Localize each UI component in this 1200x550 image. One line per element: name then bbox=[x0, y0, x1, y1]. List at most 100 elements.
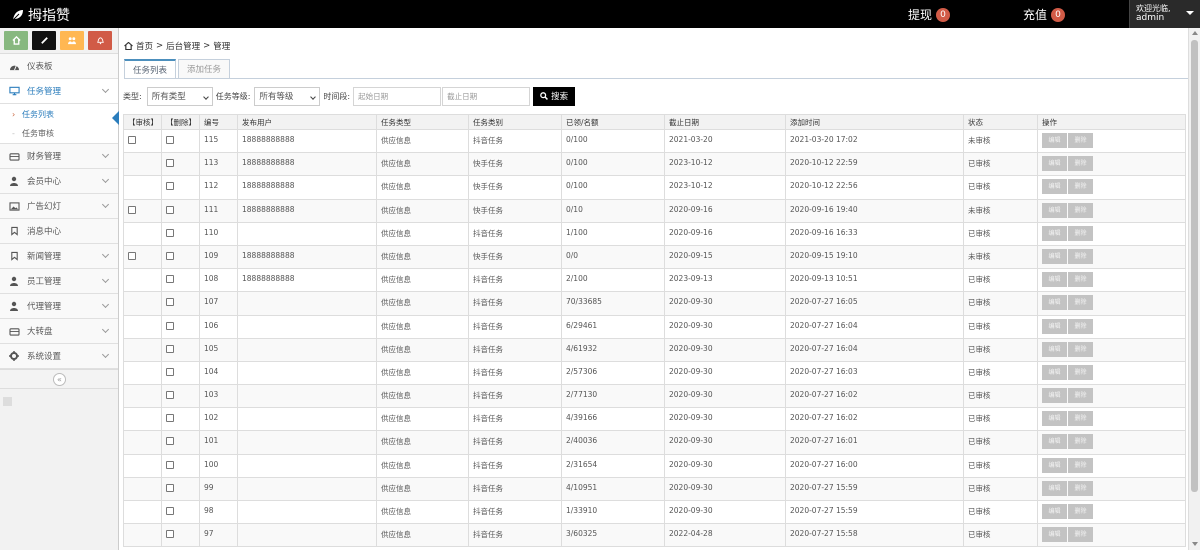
sidebar-item-member-center[interactable]: 会员中心 bbox=[0, 169, 118, 194]
sidebar-item-finance[interactable]: 财务管理 bbox=[0, 144, 118, 169]
audit-checkbox[interactable] bbox=[128, 251, 136, 260]
edit-button[interactable]: 编辑 bbox=[1042, 202, 1067, 218]
delete-button[interactable]: 删除 bbox=[1068, 457, 1093, 473]
edit-button[interactable]: 编辑 bbox=[1042, 272, 1067, 288]
edit-button[interactable]: 编辑 bbox=[1042, 434, 1067, 450]
edit-button[interactable]: 编辑 bbox=[1042, 179, 1067, 195]
delete-button[interactable]: 删除 bbox=[1068, 480, 1093, 496]
sidebar-subitem-task-audit[interactable]: - 任务审核 bbox=[0, 124, 118, 144]
delete-checkbox[interactable] bbox=[166, 228, 174, 237]
delete-button[interactable]: 删除 bbox=[1068, 341, 1093, 357]
delete-checkbox[interactable] bbox=[166, 507, 174, 515]
delete-checkbox[interactable] bbox=[166, 251, 174, 260]
delete-button[interactable]: 删除 bbox=[1068, 434, 1093, 450]
edit-button[interactable]: 编辑 bbox=[1042, 480, 1067, 496]
edit-button[interactable]: 编辑 bbox=[1042, 504, 1067, 519]
home-icon[interactable] bbox=[4, 31, 28, 50]
delete-checkbox[interactable] bbox=[166, 367, 174, 376]
settings-toggle[interactable] bbox=[3, 397, 12, 406]
tab-task-list[interactable]: 任务列表 bbox=[124, 59, 177, 79]
user-menu[interactable]: 欢迎光临, admin bbox=[1129, 0, 1200, 28]
delete-checkbox[interactable] bbox=[166, 344, 174, 353]
delete-checkbox[interactable] bbox=[166, 437, 174, 446]
scroll-down-icon[interactable] bbox=[1192, 542, 1198, 546]
edit-button[interactable]: 编辑 bbox=[1042, 527, 1067, 543]
breadcrumb-home[interactable]: 首页 bbox=[136, 40, 153, 52]
users-icon[interactable] bbox=[60, 31, 84, 50]
level-select[interactable]: 所有等级 bbox=[254, 86, 321, 106]
bell-icon[interactable] bbox=[88, 31, 112, 50]
delete-checkbox[interactable] bbox=[166, 414, 174, 423]
sidebar-item-news-manage[interactable]: 新闻管理 bbox=[0, 244, 118, 269]
sidebar-item-agent-manage[interactable]: 代理管理 bbox=[0, 294, 118, 319]
delete-checkbox[interactable] bbox=[166, 483, 174, 492]
delete-checkbox[interactable] bbox=[166, 460, 174, 469]
edit-button[interactable]: 编辑 bbox=[1042, 295, 1067, 311]
sidebar-item-lucky-wheel[interactable]: 大转盘 bbox=[0, 319, 118, 344]
delete-button[interactable]: 删除 bbox=[1068, 364, 1093, 380]
delete-button[interactable]: 删除 bbox=[1068, 248, 1093, 264]
audit-checkbox[interactable] bbox=[128, 136, 136, 144]
delete-checkbox[interactable] bbox=[166, 182, 174, 191]
delete-checkbox[interactable] bbox=[166, 530, 174, 539]
table-row: 106 供应信息 抖音任务 6/29461 2020-09-30 2020-07-27 1… bbox=[123, 314, 1186, 339]
delete-button[interactable]: 删除 bbox=[1068, 179, 1093, 195]
delete-button[interactable]: 删除 bbox=[1068, 133, 1093, 148]
delete-checkbox[interactable] bbox=[166, 136, 174, 144]
scroll-thumb[interactable] bbox=[1191, 40, 1198, 492]
sidebar-item-dashboard[interactable]: 仪表板 bbox=[0, 54, 118, 79]
delete-checkbox[interactable] bbox=[166, 298, 174, 307]
audit-checkbox[interactable] bbox=[128, 205, 136, 214]
recharge-nav[interactable]: 充值 0 bbox=[1023, 6, 1066, 23]
end-date-input[interactable]: 截止日期 bbox=[442, 86, 531, 106]
delete-checkbox[interactable] bbox=[166, 391, 174, 400]
audit-cell bbox=[123, 523, 162, 548]
delete-checkbox[interactable] bbox=[166, 275, 174, 284]
delete-checkbox[interactable] bbox=[166, 205, 174, 214]
pencil-icon[interactable] bbox=[32, 31, 56, 50]
delete-button[interactable]: 删除 bbox=[1068, 388, 1093, 404]
sidebar-item-message-center[interactable]: 消息中心 bbox=[0, 219, 118, 244]
withdraw-nav[interactable]: 提现 0 bbox=[908, 6, 951, 23]
edit-button[interactable]: 编辑 bbox=[1042, 318, 1067, 334]
edit-button[interactable]: 编辑 bbox=[1042, 364, 1067, 380]
actions-cell: 编辑 删除 bbox=[1037, 152, 1186, 177]
search-button[interactable]: 搜索 bbox=[533, 86, 576, 106]
actions-cell: 编辑 删除 bbox=[1037, 453, 1186, 478]
tab-add-task[interactable]: 添加任务 bbox=[178, 59, 231, 79]
edit-button[interactable]: 编辑 bbox=[1042, 156, 1067, 172]
delete-button[interactable]: 删除 bbox=[1068, 527, 1093, 543]
delete-button[interactable]: 删除 bbox=[1068, 295, 1093, 311]
actions-cell: 编辑 删除 bbox=[1037, 198, 1186, 223]
delete-checkbox[interactable] bbox=[166, 159, 174, 168]
delete-checkbox[interactable] bbox=[166, 321, 174, 330]
delete-button[interactable]: 删除 bbox=[1068, 504, 1093, 519]
delete-button[interactable]: 删除 bbox=[1068, 202, 1093, 218]
edit-button[interactable]: 编辑 bbox=[1042, 457, 1067, 473]
delete-button[interactable]: 删除 bbox=[1068, 411, 1093, 427]
edit-button[interactable]: 编辑 bbox=[1042, 225, 1067, 241]
delete-button[interactable]: 删除 bbox=[1068, 272, 1093, 288]
delete-button[interactable]: 删除 bbox=[1068, 225, 1093, 241]
sidebar-subitem-task-list[interactable]: › 任务列表 bbox=[0, 104, 119, 125]
delete-button[interactable]: 删除 bbox=[1068, 318, 1093, 334]
scroll-up-icon[interactable] bbox=[1192, 31, 1198, 35]
edit-button[interactable]: 编辑 bbox=[1042, 133, 1067, 148]
breadcrumb-level1[interactable]: 后台管理 bbox=[166, 40, 200, 52]
sidebar-item-staff-manage[interactable]: 员工管理 bbox=[0, 269, 118, 294]
start-date-input[interactable]: 起始日期 bbox=[353, 86, 442, 106]
edit-button[interactable]: 编辑 bbox=[1042, 388, 1067, 404]
sidebar-item-system-settings[interactable]: 系统设置 bbox=[0, 344, 118, 369]
edit-button[interactable]: 编辑 bbox=[1042, 248, 1067, 264]
brand-logo[interactable]: 拇指赞 bbox=[12, 5, 70, 25]
page-scrollbar[interactable] bbox=[1188, 28, 1200, 550]
edit-button[interactable]: 编辑 bbox=[1042, 411, 1067, 427]
type-select[interactable]: 所有类型 bbox=[146, 86, 213, 106]
sidebar-item-task-manage[interactable]: 任务管理 bbox=[0, 79, 118, 104]
edit-button[interactable]: 编辑 bbox=[1042, 341, 1067, 357]
sidebar-item-ad-slides[interactable]: 广告幻灯 bbox=[0, 194, 118, 219]
delete-button[interactable]: 删除 bbox=[1068, 156, 1093, 172]
deadline-cell: 2023-10-12 bbox=[664, 175, 786, 200]
double-chevron-left-icon[interactable]: « bbox=[53, 373, 66, 386]
added-cell: 2020-09-13 10:51 bbox=[785, 268, 964, 293]
